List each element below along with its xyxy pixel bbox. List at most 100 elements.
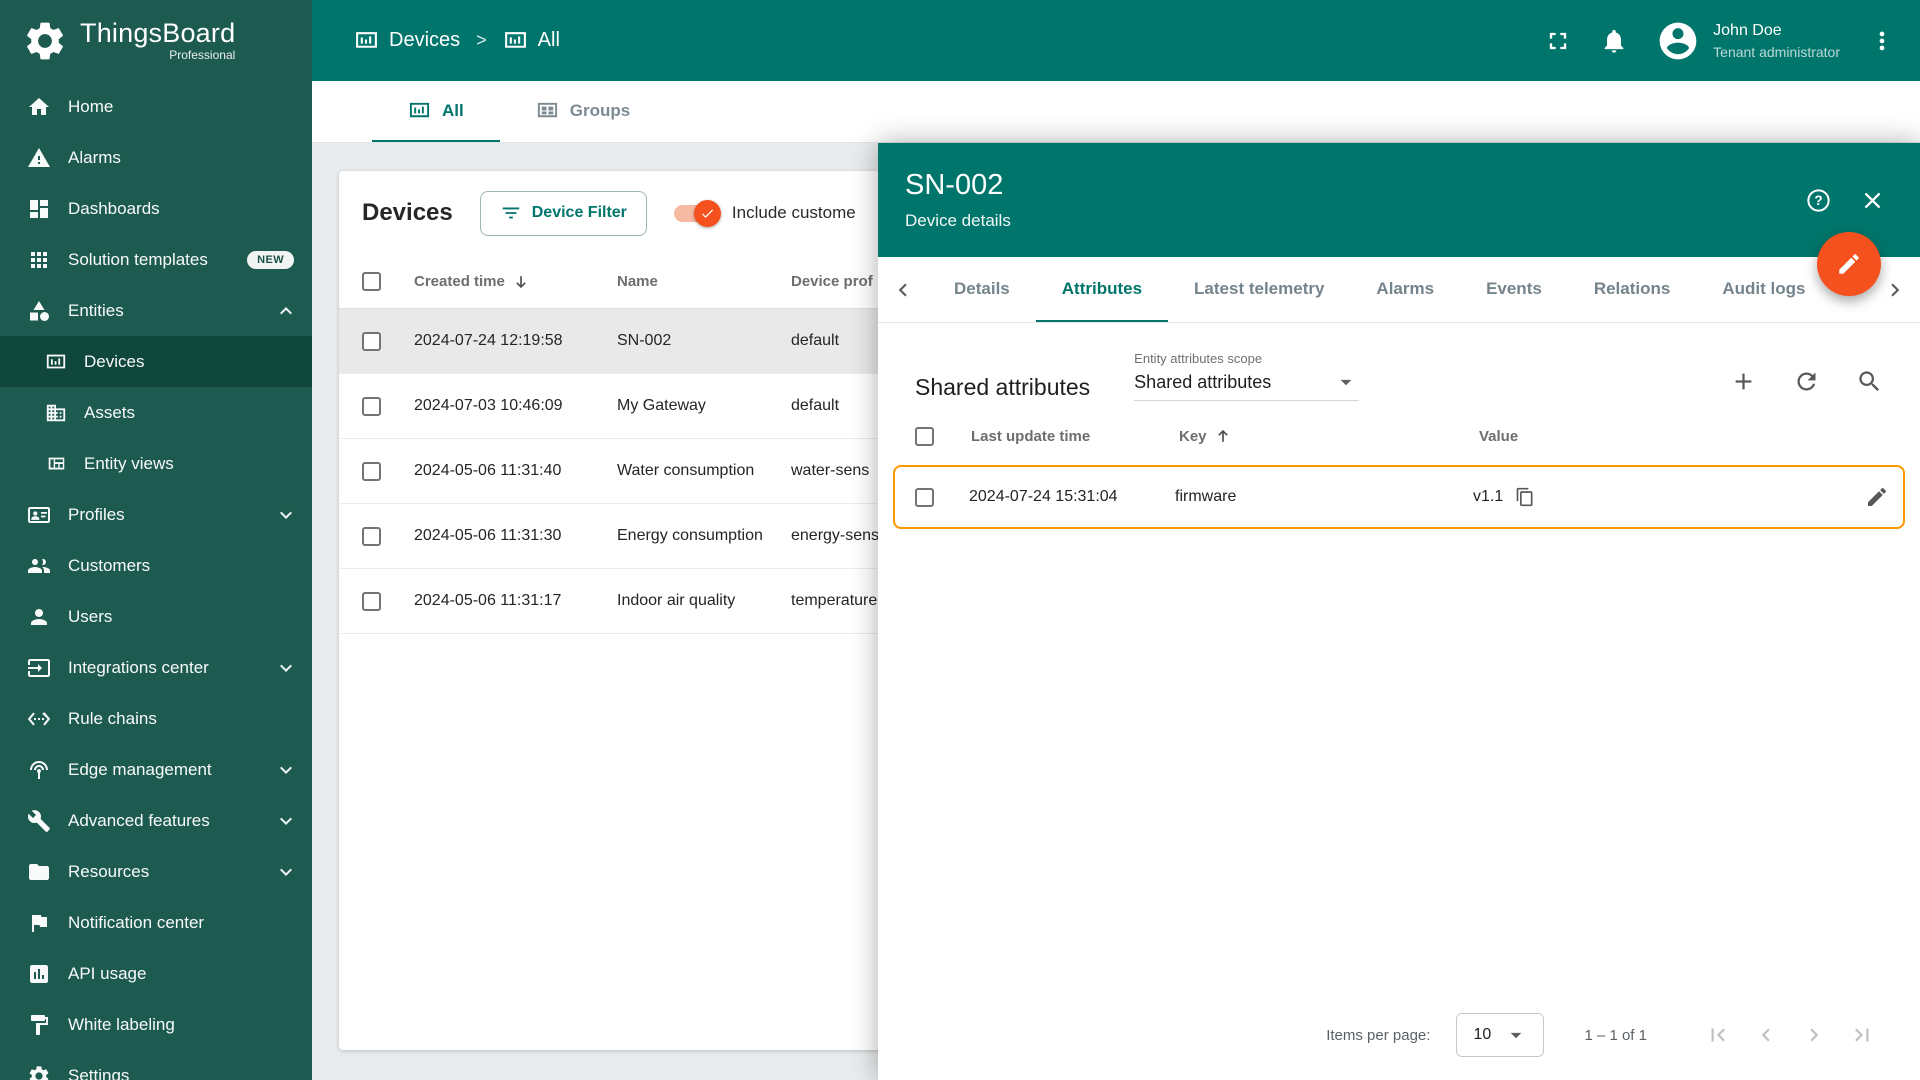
device-created-cell: 2024-05-06 11:31:30 [414, 527, 617, 545]
column-created-time[interactable]: Created time [414, 272, 617, 292]
svg-text:?: ? [1814, 193, 1822, 208]
profiles-icon [27, 503, 51, 527]
sidebar-item-rule-chains[interactable]: Rule chains [0, 693, 312, 744]
sidebar-item-label: Edge management [68, 759, 212, 779]
first-page-icon[interactable] [1705, 1022, 1731, 1048]
device-filter-button[interactable]: Device Filter [479, 190, 647, 236]
row-checkbox-cell [362, 331, 414, 351]
row-checkbox[interactable] [362, 331, 381, 351]
column-last-update-time[interactable]: Last update time [971, 428, 1179, 445]
details-tab-details[interactable]: Details [928, 257, 1036, 322]
details-tab-label: Audit logs [1722, 278, 1806, 298]
notification-icon [27, 911, 51, 935]
search-icon[interactable] [1856, 368, 1883, 395]
select-all-checkbox[interactable] [915, 426, 934, 446]
attributes-scope-select[interactable]: Entity attributes scope Shared attribute… [1134, 351, 1360, 401]
select-all-checkbox[interactable] [362, 272, 381, 291]
sidebar-item-settings[interactable]: Settings [0, 1050, 312, 1080]
column-name[interactable]: Name [617, 272, 791, 292]
copy-icon[interactable] [1515, 487, 1535, 507]
details-tab-audit-logs[interactable]: Audit logs [1696, 257, 1831, 322]
last-page-icon[interactable] [1849, 1022, 1875, 1048]
row-checkbox[interactable] [915, 487, 934, 507]
sidebar-item-resources[interactable]: Resources [0, 846, 312, 897]
device-name-cell: Indoor air quality [617, 591, 791, 612]
details-tab-alarms[interactable]: Alarms [1350, 257, 1460, 322]
row-checkbox[interactable] [362, 526, 381, 546]
sidebar-item-entity-views[interactable]: Entity views [0, 438, 312, 489]
header-checkbox-cell [915, 426, 971, 446]
sort-desc-icon [511, 272, 531, 292]
device-name-cell: Energy consumption [617, 526, 791, 547]
column-value[interactable]: Value [1479, 428, 1887, 445]
more-options-icon[interactable] [1868, 27, 1896, 55]
sidebar-item-advanced-features[interactable]: Advanced features [0, 795, 312, 846]
tab-all[interactable]: All [372, 81, 500, 142]
details-tab-attributes[interactable]: Attributes [1035, 257, 1169, 322]
details-tab-label: Latest telemetry [1194, 278, 1325, 298]
help-icon[interactable]: ? [1805, 187, 1832, 214]
include-customers-toggle[interactable]: Include custome [673, 199, 856, 227]
sidebar-item-label: Home [68, 96, 114, 116]
previous-page-icon[interactable] [1753, 1022, 1779, 1048]
breadcrumb-item-all[interactable]: All [503, 28, 560, 53]
items-per-page-select[interactable]: 10 [1456, 1013, 1545, 1057]
tabs-scroll-left-button[interactable] [878, 257, 928, 322]
white-labeling-icon [27, 1013, 51, 1037]
row-checkbox-cell [362, 396, 414, 416]
sidebar-item-label: Assets [84, 402, 136, 422]
device-name: My Gateway [617, 396, 706, 414]
details-tab-label: Attributes [1061, 278, 1143, 298]
sidebar-item-edge-management[interactable]: Edge management [0, 744, 312, 795]
column-key[interactable]: Key [1179, 426, 1479, 446]
chevron-left-icon [890, 277, 916, 303]
sidebar-item-users[interactable]: Users [0, 591, 312, 642]
fullscreen-icon[interactable] [1544, 27, 1572, 55]
details-tab-events[interactable]: Events [1460, 257, 1568, 322]
sidebar-item-devices[interactable]: Devices [0, 336, 312, 387]
edit-icon[interactable] [1865, 485, 1889, 509]
tab-groups[interactable]: Groups [500, 81, 666, 142]
app-logo[interactable]: ThingsBoard Professional [0, 0, 312, 81]
sidebar-item-integrations-center[interactable]: Integrations center [0, 642, 312, 693]
settings-icon [27, 1064, 51, 1080]
scope-value: Shared attributes [1134, 371, 1272, 392]
row-checkbox[interactable] [362, 396, 381, 416]
sidebar-item-dashboards[interactable]: Dashboards [0, 183, 312, 234]
sidebar-item-api-usage[interactable]: API usage [0, 948, 312, 999]
sidebar-item-profiles[interactable]: Profiles [0, 489, 312, 540]
sidebar-item-solution-templates[interactable]: Solution templates NEW [0, 234, 312, 285]
device-name: Energy consumption [617, 526, 763, 544]
sidebar-item-label: Users [68, 606, 113, 626]
refresh-icon[interactable] [1793, 368, 1820, 395]
row-checkbox[interactable] [362, 591, 381, 611]
toggle-switch[interactable] [673, 199, 721, 227]
details-tab-latest-telemetry[interactable]: Latest telemetry [1168, 257, 1350, 322]
sidebar-item-alarms[interactable]: Alarms [0, 132, 312, 183]
close-icon[interactable] [1859, 187, 1886, 214]
top-header: Devices > All John Doe Tenant administrato… [312, 0, 1920, 81]
sidebar-item-label: Customers [68, 555, 151, 575]
breadcrumb-item-devices[interactable]: Devices [354, 28, 460, 53]
edit-fab-button[interactable] [1817, 232, 1881, 296]
user-menu[interactable]: John Doe Tenant administrator [1656, 19, 1840, 63]
row-checkbox[interactable] [362, 461, 381, 481]
sidebar-item-notification-center[interactable]: Notification center [0, 897, 312, 948]
check-icon [700, 206, 715, 221]
device-name-cell: SN-002 [617, 331, 791, 352]
devices-icon [354, 28, 379, 53]
notifications-bell-icon[interactable] [1600, 27, 1628, 55]
add-attribute-icon[interactable] [1730, 368, 1757, 395]
sidebar-item-customers[interactable]: Customers [0, 540, 312, 591]
attribute-row-firmware[interactable]: 2024-07-24 15:31:04 firmware v1.1 [893, 465, 1905, 529]
next-page-icon[interactable] [1801, 1022, 1827, 1048]
sidebar-item-home[interactable]: Home [0, 81, 312, 132]
details-tab-relations[interactable]: Relations [1568, 257, 1697, 322]
avatar-icon [1656, 19, 1700, 63]
items-per-page-label: Items per page: [1326, 1026, 1431, 1044]
sidebar-item-assets[interactable]: Assets [0, 387, 312, 438]
sidebar-item-white-labeling[interactable]: White labeling [0, 999, 312, 1050]
device-profile: default [791, 332, 840, 349]
sidebar-item-label: Settings [68, 1065, 130, 1080]
sidebar-item-entities[interactable]: Entities [0, 285, 312, 336]
